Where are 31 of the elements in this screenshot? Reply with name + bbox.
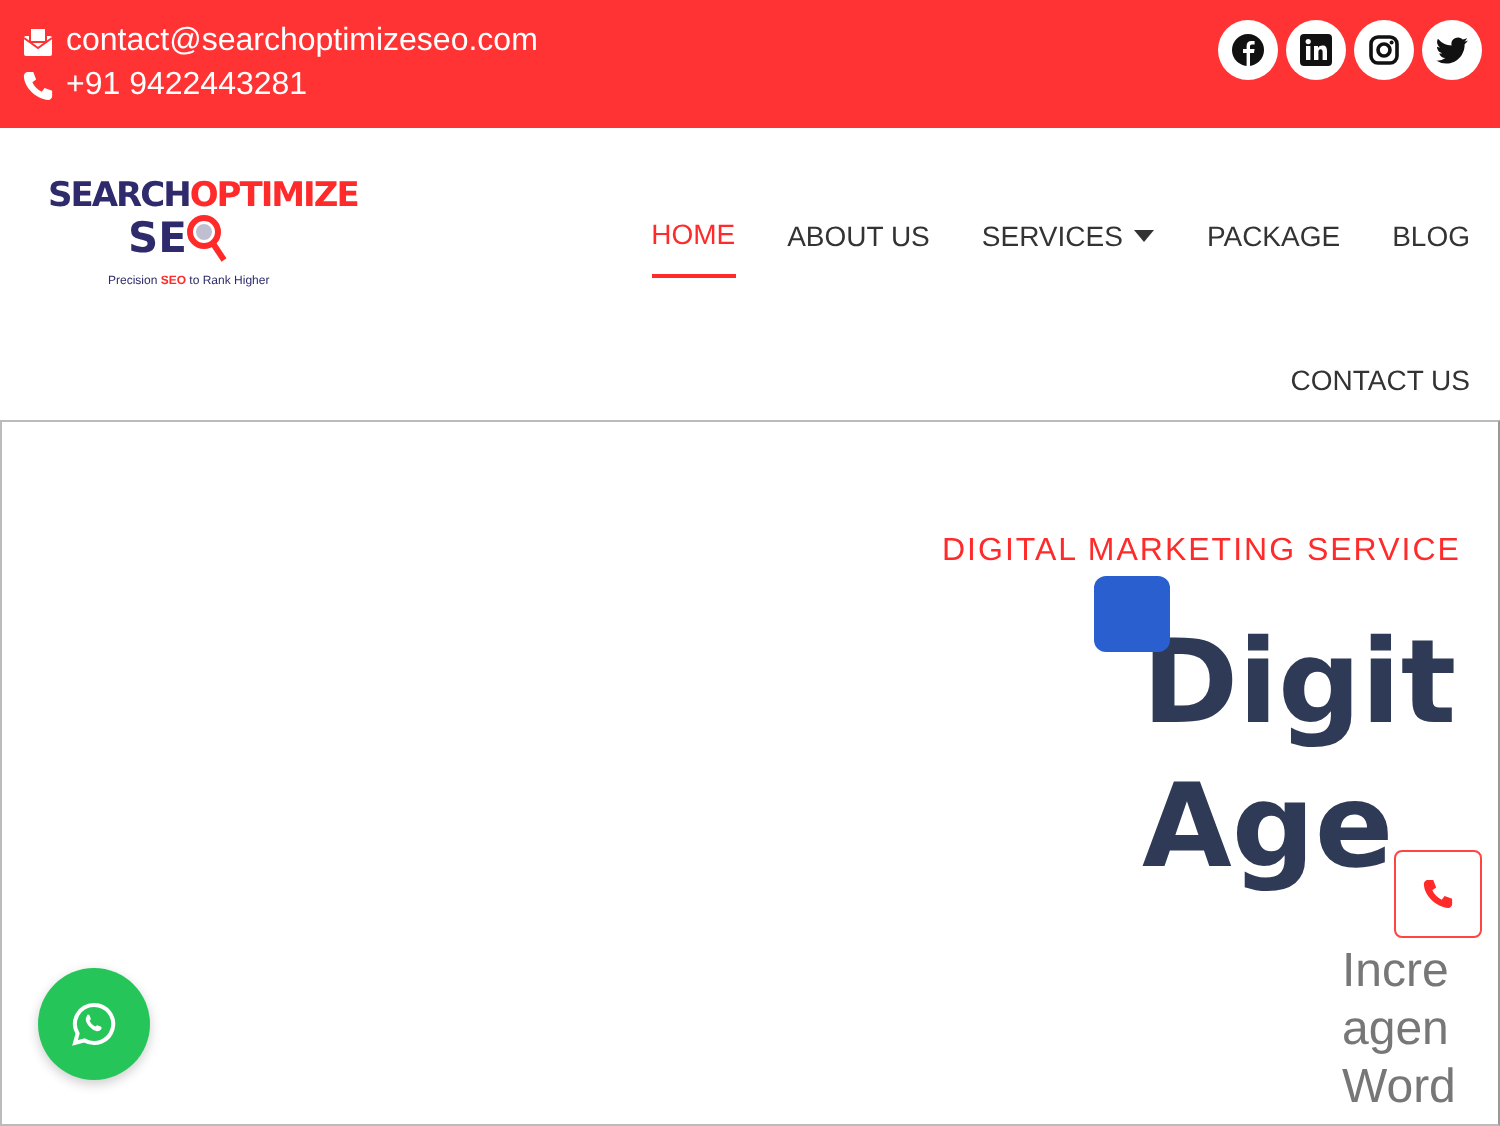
facebook-button[interactable] bbox=[1218, 20, 1278, 80]
logo-text: SE bbox=[128, 214, 187, 262]
email-text: contact@searchoptimizeseo.com bbox=[66, 24, 538, 60]
phone-text: +91 9422443281 bbox=[66, 68, 308, 104]
call-button[interactable] bbox=[1394, 850, 1482, 938]
logo-text: OPTIMIZE bbox=[189, 176, 358, 216]
logo-text: SEARCH bbox=[48, 176, 190, 216]
hero-eyebrow: DIGITAL MARKETING SERVICE bbox=[942, 534, 1463, 570]
hero-heading: Age bbox=[1142, 756, 1394, 898]
nav-link[interactable]: SERVICES bbox=[981, 192, 1155, 278]
phone-icon bbox=[22, 70, 54, 102]
hero-text: agen bbox=[1342, 1000, 1449, 1058]
magnifier-icon bbox=[186, 212, 231, 264]
hero-text: Incre bbox=[1342, 942, 1449, 1000]
facebook-icon bbox=[1232, 34, 1264, 66]
hero-text: Word bbox=[1342, 1058, 1456, 1116]
linkedin-icon bbox=[1300, 34, 1332, 66]
chat-icon bbox=[70, 1000, 118, 1048]
instagram-button[interactable] bbox=[1354, 20, 1414, 80]
bird-icon bbox=[1436, 34, 1468, 66]
linkedin-button[interactable] bbox=[1286, 20, 1346, 80]
nav-link[interactable]: ABOUT US bbox=[787, 192, 930, 278]
twitter-button[interactable] bbox=[1422, 20, 1482, 80]
instagram-icon bbox=[1368, 34, 1400, 66]
envelope-icon bbox=[22, 26, 54, 58]
nav-link[interactable]: CONTACT US bbox=[1290, 338, 1470, 420]
nav-link[interactable]: HOME bbox=[651, 192, 736, 278]
phone-icon bbox=[1422, 878, 1454, 910]
nav-link[interactable]: BLOG bbox=[1392, 192, 1470, 278]
hero-heading: Digit bbox=[1142, 612, 1457, 754]
nav-link[interactable]: PACKAGE bbox=[1206, 192, 1341, 278]
